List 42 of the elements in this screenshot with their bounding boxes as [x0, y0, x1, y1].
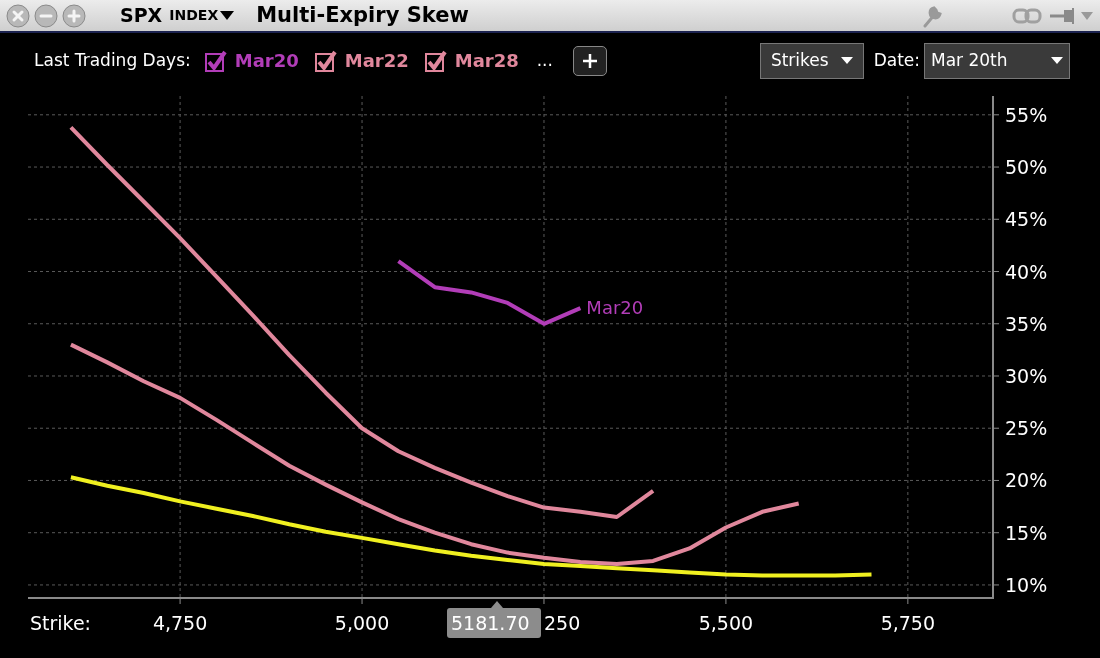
add-button[interactable]: [572, 45, 607, 76]
y-tick-label: 10%: [1005, 573, 1048, 596]
caret-icon[interactable]: [1080, 10, 1094, 21]
y-tick-label: 20%: [1005, 469, 1048, 492]
checkbox[interactable]: [424, 49, 447, 72]
date-dropdown[interactable]: Mar 20th: [924, 42, 1070, 79]
x-tick-label: 4,750: [152, 612, 208, 634]
expiry-label: Mar22: [344, 49, 409, 73]
y-tick-label: 45%: [1005, 208, 1048, 231]
crosshair-readout: 5181.70: [447, 601, 541, 638]
caret-icon: [840, 56, 853, 65]
y-tick-label: 25%: [1005, 417, 1048, 440]
minimize-icon[interactable]: [34, 3, 58, 28]
pin-icon[interactable]: [1050, 6, 1076, 25]
window-title: Multi-Expiry Skew: [256, 1, 469, 29]
y-tick-label: 35%: [1005, 312, 1048, 335]
y-tick-label: 55%: [1005, 103, 1048, 126]
maximize-icon[interactable]: [62, 3, 86, 28]
plus-icon: [581, 52, 598, 69]
y-tick-label: 50%: [1005, 156, 1048, 179]
series-label: Mar20: [586, 297, 644, 319]
close-icon[interactable]: [6, 3, 30, 28]
x-tick-label: 5,500: [698, 612, 754, 634]
expiry-label: Mar20: [234, 49, 299, 73]
axis-dropdown[interactable]: Strikes: [759, 42, 864, 79]
axis-label: Strike:: [30, 612, 92, 634]
wrench-icon[interactable]: [922, 3, 944, 28]
y-tick-label: 40%: [1005, 260, 1048, 283]
more-text: ...: [536, 48, 553, 72]
date-label: Date:: [873, 48, 920, 72]
y-tick-label: 15%: [1005, 521, 1048, 544]
symbol-dropdown[interactable]: SPX INDEX: [120, 1, 235, 30]
caret-icon: [1051, 56, 1063, 65]
y-tick-label: 30%: [1005, 365, 1048, 387]
x-tick-label: 5,000: [334, 612, 390, 634]
toolbar-label: Last Trading Days:: [34, 48, 191, 72]
checkbox[interactable]: [204, 49, 227, 72]
checkbox[interactable]: [314, 49, 337, 72]
caret-icon: [220, 10, 235, 21]
x-tick-label: 5,750: [880, 612, 936, 634]
expiry-label: Mar28: [454, 49, 519, 73]
x-tick-label: 250: [544, 612, 581, 634]
